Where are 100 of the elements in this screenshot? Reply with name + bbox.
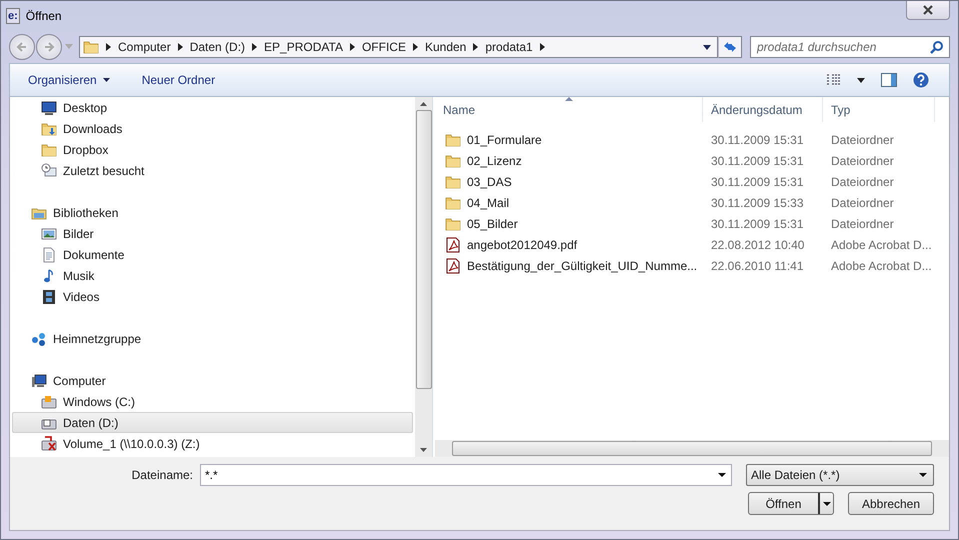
file-name[interactable]: 02_Lizenz [435, 152, 703, 168]
dialog-button[interactable]: Abbrechen [848, 492, 934, 515]
network-drive-icon [41, 436, 57, 452]
table-cell-text: 30.11.2009 15:31 [710, 132, 805, 146]
app-icon: e: [6, 8, 20, 24]
chevron-icon [178, 43, 183, 51]
filename-field[interactable]: *.* [200, 464, 732, 486]
table-cell-text: 30.11.2009 15:31 [710, 154, 805, 168]
search-field[interactable]: prodata1 durchsuchen [750, 36, 950, 58]
scrollbar-thumb[interactable] [452, 441, 932, 456]
file-name[interactable]: 01_Formulare [435, 132, 703, 148]
chevron-icon [252, 43, 258, 51]
nav-item[interactable]: Zuletzt besucht [12, 160, 413, 181]
column-header[interactable]: Typ [823, 97, 935, 122]
chevron-icon [412, 43, 418, 51]
file-name[interactable]: Bestätigung_der_Gültigkeit_UID_Numme... [435, 258, 703, 274]
caret-icon [919, 473, 927, 477]
caret-icon [857, 78, 865, 82]
chevron-icon [106, 43, 111, 51]
pane-icon [881, 73, 897, 87]
filename-label: Dateiname: [132, 468, 193, 482]
nav-item[interactable]: Windows (C:) [12, 391, 413, 412]
refresh-arrows-icon [722, 40, 738, 54]
breadcrumb[interactable]: Daten (D:) [190, 40, 246, 54]
table-cell-text: Dateiordner [830, 154, 895, 168]
scrollbar[interactable] [415, 97, 432, 457]
film-icon [41, 288, 57, 304]
monitor-icon [41, 100, 57, 116]
scroll-up-icon [420, 102, 427, 106]
table-cell-text: 22.08.2012 10:40 [710, 238, 806, 252]
search-icon [930, 40, 944, 54]
close-button[interactable] [906, 1, 950, 20]
scroll-down-icon [420, 448, 427, 452]
caret-icon [102, 78, 110, 82]
table-cell-text: 30.11.2009 15:31 [710, 174, 805, 188]
close-icon [922, 5, 934, 15]
pdf-icon [445, 236, 461, 252]
toolbar-button[interactable]: Organisieren [20, 69, 118, 91]
address-bar[interactable]: Computer Daten (D:) EP_PRODATA OFFICE Kunden prodata1 [79, 36, 718, 58]
caret-icon[interactable] [703, 44, 711, 50]
document-icon [41, 246, 57, 262]
nav-item[interactable]: Downloads [12, 118, 413, 139]
chevron-icon [473, 43, 478, 51]
file-name[interactable]: angebot2012049.pdf [435, 236, 703, 252]
computer-icon [31, 372, 47, 388]
refresh-button[interactable] [718, 36, 742, 58]
back-arrow-icon [16, 41, 28, 53]
table-cell-text: 30.11.2009 15:31 [710, 216, 805, 230]
nav-item[interactable]: Videos [12, 286, 413, 307]
nav-item[interactable]: Desktop [12, 97, 413, 118]
nav-item[interactable]: Heimnetzgruppe [12, 328, 413, 349]
back-button[interactable] [9, 34, 35, 60]
drive-icon [41, 394, 57, 410]
chevron-icon [540, 43, 545, 51]
dialog-button[interactable]: Öffnen [748, 492, 834, 515]
folder-icon [445, 132, 461, 148]
column-header[interactable]: Änderungsdatum [703, 97, 823, 122]
table-cell-text: Dateiordner [830, 132, 895, 146]
nav-item[interactable]: Bilder [12, 223, 413, 244]
download-folder-icon [41, 120, 57, 136]
file-name[interactable]: 04_Mail [435, 194, 703, 210]
table-cell-text: Dateiordner [830, 174, 895, 188]
file-name[interactable]: 03_DAS [435, 174, 703, 190]
file-type-dropdown[interactable]: Alle Dateien (*.*) [746, 464, 934, 486]
breadcrumb[interactable]: Kunden [424, 40, 466, 54]
help-icon [913, 72, 929, 88]
file-name[interactable]: 05_Bilder [435, 216, 703, 232]
table-cell-text: Adobe Acrobat D... [830, 238, 933, 252]
picture-icon [41, 226, 57, 242]
table-cell-text: Dateiordner [830, 196, 895, 210]
chevron-icon [350, 43, 355, 51]
toolbar-button[interactable]: Neuer Ordner [134, 69, 224, 91]
nav-item[interactable]: Dokumente [12, 244, 413, 265]
forward-button[interactable] [36, 34, 62, 60]
nav-item[interactable]: Dropbox [12, 139, 413, 160]
breadcrumb[interactable]: Computer [118, 40, 171, 54]
folder-icon [445, 152, 461, 168]
table-cell-text: 22.06.2010 11:41 [710, 258, 805, 272]
folder-icon [83, 39, 99, 55]
breadcrumb[interactable]: OFFICE [362, 40, 406, 54]
breadcrumb[interactable]: prodata1 [485, 40, 533, 54]
list-icon [827, 74, 841, 86]
folder-icon [445, 216, 461, 232]
nav-item[interactable]: Bibliotheken [12, 202, 413, 223]
folder-icon [445, 174, 461, 190]
pdf-icon [445, 258, 461, 274]
nav-item[interactable]: Musik [12, 265, 413, 286]
caret-icon [718, 473, 726, 477]
window-title: Öffnen [26, 9, 62, 23]
nav-item[interactable]: Volume_1 (\\10.0.0.3) (Z:) [12, 433, 413, 454]
scrollbar[interactable] [435, 440, 949, 457]
table-cell-text: 30.11.2009 15:33 [710, 196, 805, 210]
nav-item[interactable]: Daten (D:) [12, 412, 413, 433]
breadcrumb[interactable]: EP_PRODATA [264, 40, 343, 54]
network-icon [31, 330, 47, 346]
nav-item[interactable]: Computer [12, 370, 413, 391]
scrollbar-thumb[interactable] [416, 110, 432, 389]
column-header[interactable]: Name [435, 97, 703, 122]
forward-arrow-icon [43, 41, 55, 53]
folder-icon [445, 194, 461, 210]
